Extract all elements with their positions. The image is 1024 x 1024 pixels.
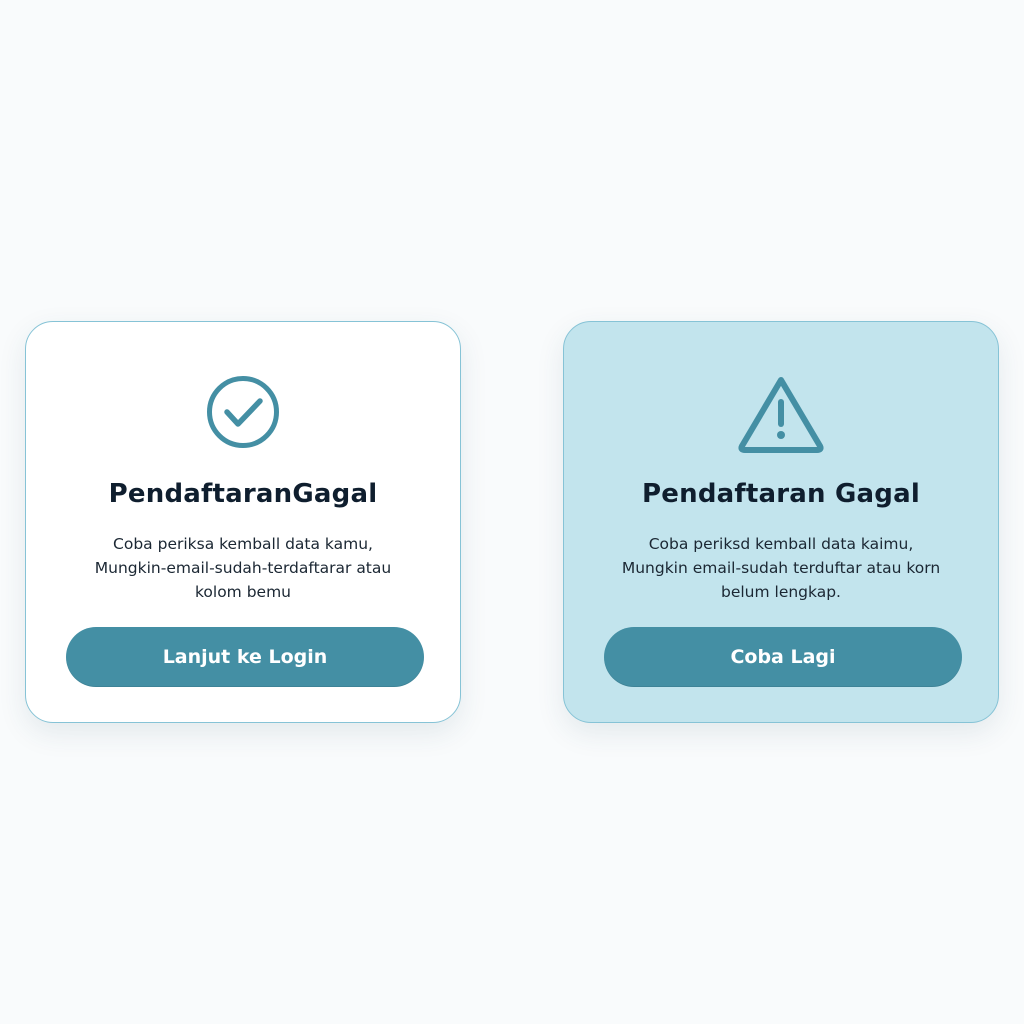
retry-button[interactable]: Coba Lagi <box>604 627 962 687</box>
check-circle-icon <box>207 376 279 448</box>
card-description: Coba periksd kemball data kaimu, Mungkin… <box>594 532 968 604</box>
card-description: Coba periksa kemball data kamu, Mungkin-… <box>56 532 430 604</box>
card-title: Pendaftaran Gagal <box>642 479 920 509</box>
description-line: Coba periksd kemball data kaimu, <box>648 535 914 553</box>
error-card: Pendaftaran Gagal Coba periksd kemball d… <box>563 321 999 723</box>
login-button[interactable]: Lanjut ke Login <box>66 627 424 687</box>
card-title: PendaftaranGagal <box>108 479 378 509</box>
warning-triangle-icon <box>738 377 824 453</box>
description-line: Mungkin email-sudah terduftar atau korn <box>621 559 941 577</box>
description-line: Coba periksa kemball data kamu, <box>113 535 373 553</box>
description-line: belum lengkap. <box>720 583 841 601</box>
success-card: PendaftaranGagal Coba periksa kemball da… <box>25 321 461 723</box>
description-line: kolom bemu <box>194 583 292 601</box>
description-line: Mungkin-email-sudah-terdaftarar atau <box>94 559 392 577</box>
